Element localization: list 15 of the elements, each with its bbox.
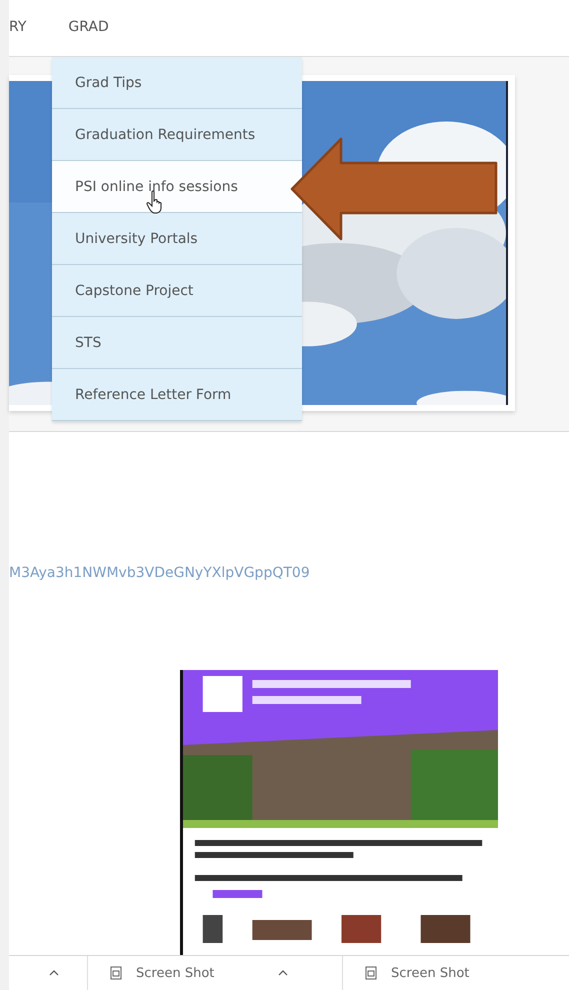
hand-cursor-icon [146, 190, 162, 214]
menu-item[interactable]: University Portals [52, 213, 302, 265]
attachment-name[interactable]: Screen Shot [136, 966, 214, 980]
menu-item[interactable]: Grad Tips [52, 57, 302, 109]
menu-item[interactable]: STS [52, 317, 302, 369]
menu-item[interactable]: Reference Letter Form [52, 369, 302, 421]
document-icon [365, 966, 377, 980]
menu-item[interactable]: PSI online info sessions [52, 161, 302, 213]
menu-item[interactable]: Capstone Project [52, 265, 302, 317]
nav-link[interactable]: GRAD [68, 18, 109, 34]
document-icon [110, 966, 122, 980]
nav-link[interactable]: RY [9, 18, 26, 34]
chevron-icon[interactable] [49, 970, 59, 976]
chevron-icon[interactable] [278, 970, 288, 976]
attachment-name[interactable]: Screen Shot [391, 966, 470, 980]
